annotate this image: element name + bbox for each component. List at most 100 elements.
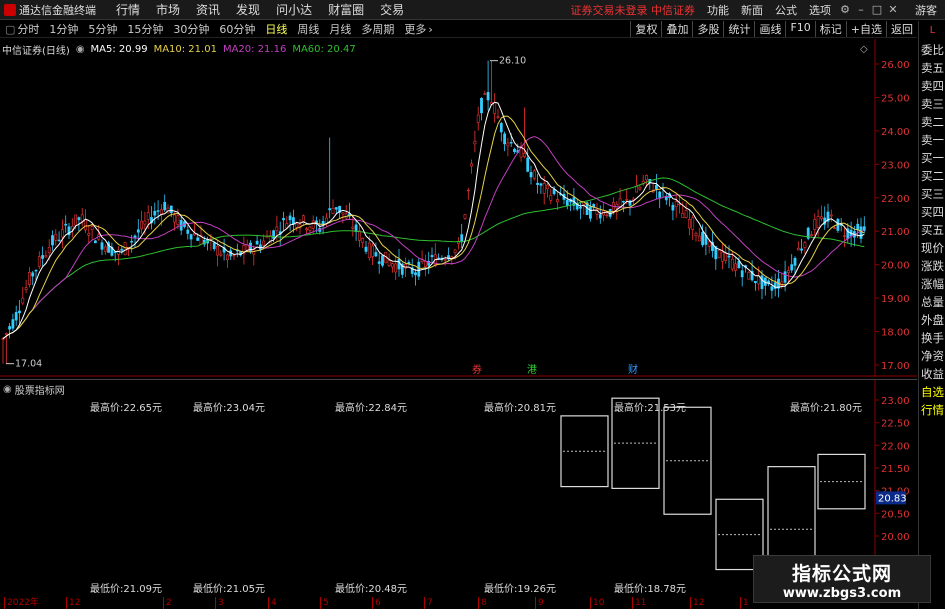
- candle-body: [282, 218, 285, 221]
- side-tab[interactable]: 涨幅: [919, 275, 945, 293]
- menu-options[interactable]: 选项: [803, 2, 837, 18]
- stock-name[interactable]: 中信证券(日线): [2, 42, 70, 57]
- side-tab[interactable]: 买五: [919, 221, 945, 239]
- add-watchlist-button[interactable]: +自选: [845, 21, 886, 37]
- side-tab[interactable]: 现价: [919, 239, 945, 257]
- minimize-icon[interactable]: –: [853, 3, 869, 16]
- overlay-button[interactable]: 叠加: [661, 21, 692, 37]
- side-tab[interactable]: 买一: [919, 149, 945, 167]
- candle-body: [301, 215, 305, 223]
- period-1min[interactable]: 1分钟: [44, 21, 83, 37]
- candle-body: [390, 263, 394, 268]
- menu-item-trade[interactable]: 交易: [372, 1, 412, 18]
- candle-body: [423, 261, 427, 268]
- period-30min[interactable]: 30分钟: [168, 21, 214, 37]
- side-tab[interactable]: 买三: [919, 185, 945, 203]
- stats-button[interactable]: 统计: [723, 21, 754, 37]
- menu-item-news[interactable]: 资讯: [188, 1, 228, 18]
- menu-item-quotes[interactable]: 行情: [108, 1, 148, 18]
- candle-body: [658, 191, 662, 198]
- price-tick-label: 19.00: [881, 294, 910, 305]
- legend-toggle-icon[interactable]: ◉: [76, 44, 85, 55]
- period-daily[interactable]: 日线: [260, 21, 292, 37]
- period-label: 分时: [17, 23, 40, 36]
- indicator-tick-label: 23.00: [881, 396, 910, 407]
- app-window: 通达信金融终端 行情 市场 资讯 发现 问小达 财富圈 交易 证券交易未登录 中…: [0, 0, 945, 609]
- side-tab[interactable]: 换手: [919, 329, 945, 347]
- candle-body: [371, 245, 375, 257]
- candle-body: [321, 221, 325, 225]
- side-tab[interactable]: 买四: [919, 203, 945, 221]
- close-icon[interactable]: ✕: [885, 3, 901, 16]
- menu-item-wealth[interactable]: 财富圈: [320, 1, 372, 18]
- candle-body: [123, 242, 127, 256]
- menu-item-market[interactable]: 市场: [148, 1, 188, 18]
- multi-stock-button[interactable]: 多股: [692, 21, 723, 37]
- side-tab[interactable]: 卖四: [919, 77, 945, 95]
- price-tick-label: 24.00: [881, 127, 910, 138]
- indicator-tick-label: 21.50: [881, 464, 910, 475]
- period-monthly[interactable]: 月线: [324, 21, 356, 37]
- candle-body: [503, 133, 507, 145]
- login-status[interactable]: 证券交易未登录 中信证券: [571, 2, 696, 18]
- guest-label[interactable]: 游客: [915, 2, 937, 18]
- candle-body: [466, 189, 470, 192]
- maximize-icon[interactable]: □: [869, 3, 885, 16]
- kline-chart[interactable]: 26.00 25.00 24.00 23.00 22.00 21.00 20.00 19.00…: [0, 39, 917, 377]
- side-tab[interactable]: 涨跌: [919, 257, 945, 275]
- draw-button[interactable]: 画线: [754, 21, 785, 37]
- event-marker: 券: [472, 363, 482, 376]
- kline-chart-canvas[interactable]: 26.00 25.00 24.00 23.00 22.00 21.00 20.00 19.00…: [0, 39, 917, 377]
- back-button[interactable]: 返回: [886, 21, 917, 37]
- period-weekly[interactable]: 周线: [292, 21, 324, 37]
- candle-body: [31, 272, 35, 277]
- high-price-label: 26.10: [499, 56, 526, 67]
- period-more[interactable]: 更多 ›: [399, 21, 437, 37]
- candle-body: [552, 189, 556, 195]
- side-tab[interactable]: 委比: [919, 41, 945, 59]
- mark-button[interactable]: 标记: [814, 21, 846, 37]
- candle-body: [691, 217, 695, 230]
- candle-body: [843, 235, 846, 237]
- side-tab[interactable]: 自选: [919, 383, 945, 401]
- low-price-text: 最低价:18.78元: [614, 582, 686, 595]
- menu-item-discover[interactable]: 发现: [228, 1, 268, 18]
- period-intraday[interactable]: ▢ 分时: [0, 21, 44, 37]
- side-tab[interactable]: 卖五: [919, 59, 945, 77]
- indicator-toggle-icon[interactable]: ◉: [3, 384, 12, 395]
- high-price-text: 最高价:22.65元: [90, 401, 162, 414]
- candle-body: [328, 208, 332, 211]
- candle-body: [645, 175, 648, 181]
- date-label: 4: [268, 597, 277, 609]
- candle-body: [37, 256, 41, 267]
- side-tab[interactable]: 净资: [919, 347, 945, 365]
- side-tab[interactable]: 收益: [919, 365, 945, 383]
- side-tab[interactable]: 卖二: [919, 113, 945, 131]
- candle-body: [493, 102, 497, 114]
- candle-body: [160, 209, 163, 215]
- menu-item-ask[interactable]: 问小达: [268, 1, 320, 18]
- period-15min[interactable]: 15分钟: [122, 21, 168, 37]
- candle-body: [509, 141, 513, 144]
- candle-body: [169, 205, 173, 213]
- side-tab[interactable]: 卖三: [919, 95, 945, 113]
- menu-new-page[interactable]: 新面: [735, 2, 769, 18]
- menu-function[interactable]: 功能: [701, 2, 735, 18]
- side-tab[interactable]: 卖一: [919, 131, 945, 149]
- settings-icon[interactable]: ⚙: [837, 3, 853, 16]
- indicator-title[interactable]: ◉ 股票指标网: [3, 382, 65, 397]
- candle-body: [295, 223, 299, 228]
- candle-body: [14, 312, 18, 321]
- candle-body: [740, 270, 744, 278]
- menu-formula[interactable]: 公式: [769, 2, 803, 18]
- period-60min[interactable]: 60分钟: [214, 21, 260, 37]
- period-multi[interactable]: 多周期: [356, 21, 399, 37]
- period-5min[interactable]: 5分钟: [83, 21, 122, 37]
- side-tab[interactable]: 外盘: [919, 311, 945, 329]
- side-tab[interactable]: 行情: [919, 401, 945, 419]
- f10-button[interactable]: F10: [785, 21, 814, 37]
- side-tab[interactable]: 总量: [919, 293, 945, 311]
- adjust-button[interactable]: 复权: [630, 21, 661, 37]
- candle-body: [453, 249, 457, 254]
- side-tab[interactable]: 买二: [919, 167, 945, 185]
